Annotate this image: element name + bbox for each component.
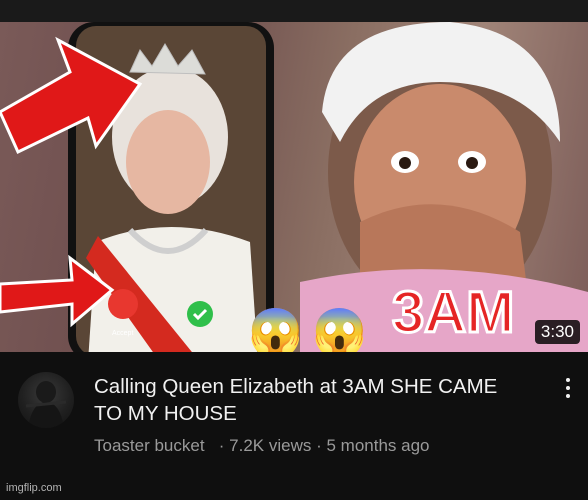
call-decline-icon (108, 289, 138, 319)
channel-avatar[interactable] (18, 372, 74, 428)
scream-emoji: 😱 (312, 307, 367, 352)
channel-name[interactable]: Toaster bucket (94, 436, 205, 455)
watermark: imgflip.com (6, 482, 62, 494)
top-bar (0, 0, 588, 22)
scream-emoji: 😱 (248, 307, 303, 352)
meta-separator: · (316, 436, 322, 455)
video-thumbnail[interactable]: Accept 😱 😱 3AM 3:30 (0, 22, 588, 352)
call-accept-label: Accept (112, 330, 133, 337)
meta-separator: · (218, 436, 225, 455)
queen-face (126, 110, 210, 214)
avatar-image (25, 381, 67, 428)
thumbnail-art: Accept 😱 😱 3AM (0, 22, 588, 352)
video-meta: Toaster bucket · 7.2K views · 5 months a… (94, 436, 430, 456)
duration-badge: 3:30 (534, 320, 580, 344)
video-title[interactable]: Calling Queen Elizabeth at 3AM SHE CAME … (94, 373, 524, 427)
upload-age: 5 months ago (326, 436, 430, 455)
more-vert-icon[interactable] (558, 372, 578, 402)
thumbnail-overlay-text: 3AM (392, 280, 514, 345)
view-count: 7.2K views (229, 436, 312, 455)
